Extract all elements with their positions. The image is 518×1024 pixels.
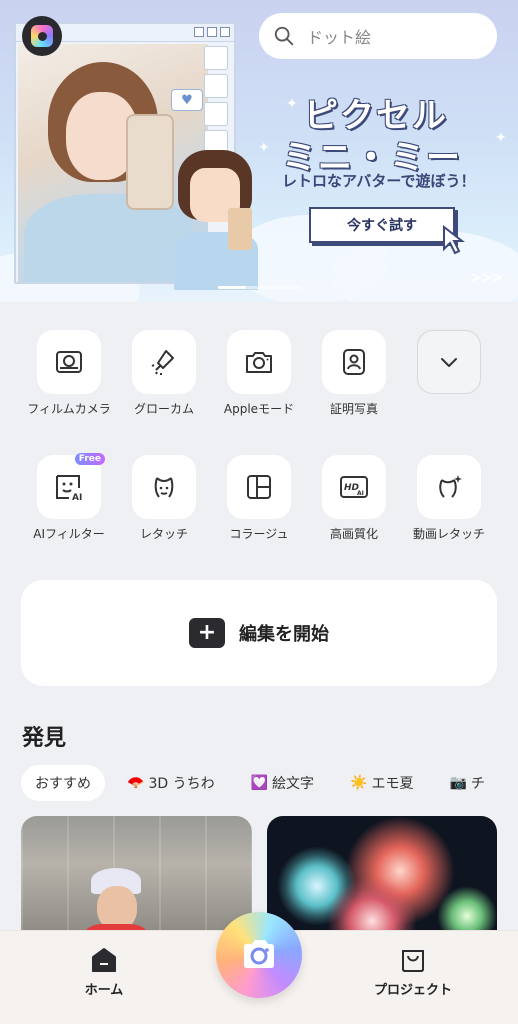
app-logo[interactable] bbox=[22, 16, 62, 56]
chip-3d-uchiwa[interactable]: 🪭 3D うちわ bbox=[113, 765, 229, 801]
tool-label: 高画質化 bbox=[329, 527, 378, 541]
tool-retouch[interactable]: レタッチ bbox=[116, 455, 212, 542]
svg-text:AI: AI bbox=[72, 493, 82, 502]
video-retouch-icon bbox=[439, 475, 462, 498]
tool-label: レタッチ bbox=[139, 527, 188, 541]
tool-label: Appleモード bbox=[223, 402, 295, 416]
heart-emoji-icon: 💟 bbox=[250, 775, 269, 791]
chevron-down-icon bbox=[441, 358, 457, 367]
tool-glow-cam[interactable]: グローカム bbox=[116, 330, 212, 417]
tool-label: フィルムカメラ bbox=[27, 402, 111, 416]
retouch-face-icon bbox=[154, 477, 174, 498]
tool-label: 動画レタッチ bbox=[412, 527, 485, 541]
film-camera-icon bbox=[56, 351, 82, 373]
discover-heading: 発見 bbox=[22, 726, 67, 751]
sparkle-icon: ✦ bbox=[495, 130, 507, 146]
tool-hd-enhance[interactable]: HD AI 高画質化 bbox=[306, 455, 402, 542]
start-editing-label: 編集を開始 bbox=[239, 624, 329, 645]
nav-home-label: ホーム bbox=[84, 983, 124, 998]
free-badge: Free bbox=[74, 453, 105, 465]
chip-recommended[interactable]: おすすめ bbox=[21, 765, 105, 801]
discover-card-fireworks[interactable] bbox=[267, 816, 497, 936]
svg-text:AI: AI bbox=[357, 490, 364, 497]
sticker-thumbnails bbox=[204, 46, 230, 154]
tool-collage[interactable]: コラージュ bbox=[211, 455, 307, 542]
chip-label: おすすめ bbox=[35, 776, 91, 792]
camera-icon bbox=[246, 352, 272, 373]
tool-film-camera[interactable]: フィルムカメラ bbox=[21, 330, 117, 417]
chip-camera[interactable]: 📷 チ bbox=[435, 765, 498, 801]
chip-label: エモ夏 bbox=[371, 776, 414, 792]
banner-pager bbox=[218, 286, 302, 289]
plus-icon: + bbox=[189, 618, 225, 648]
pixel-avatar-illustration bbox=[170, 150, 262, 290]
tool-label: AIフィルター bbox=[33, 527, 105, 541]
search-bar[interactable]: ドット絵 bbox=[259, 13, 497, 59]
camera-emoji-icon: 📷 bbox=[449, 775, 467, 791]
folding-fan-icon: 🪭 bbox=[127, 775, 145, 791]
search-placeholder: ドット絵 bbox=[307, 28, 372, 47]
search-icon bbox=[274, 26, 294, 46]
chip-label: チ bbox=[470, 776, 485, 792]
chip-emo-summer[interactable]: ☀️ エモ夏 bbox=[336, 765, 427, 801]
glow-lamp-icon bbox=[151, 350, 174, 375]
sun-icon: ☀️ bbox=[350, 775, 368, 791]
tool-id-photo[interactable]: 証明写真 bbox=[306, 330, 402, 417]
discover-chips: おすすめ 🪭 3D うちわ 💟 絵文字 ☀️ エモ夏 📷 チ bbox=[21, 765, 518, 801]
chip-label: 3D うちわ bbox=[148, 776, 215, 792]
heart-bubble-icon: ♥ bbox=[171, 89, 203, 111]
banner-cta-button[interactable]: 今すぐ試す bbox=[309, 207, 455, 243]
bag-icon bbox=[402, 950, 424, 972]
chip-label: 絵文字 bbox=[272, 776, 315, 792]
collage-icon bbox=[247, 475, 271, 499]
tool-label: 証明写真 bbox=[329, 402, 378, 416]
discover-card-portrait[interactable] bbox=[21, 816, 252, 936]
chip-emoji[interactable]: 💟 絵文字 bbox=[237, 765, 328, 801]
id-photo-icon bbox=[343, 349, 365, 375]
expand-tools-button[interactable] bbox=[401, 330, 497, 394]
banner-arrows: >>> bbox=[470, 270, 503, 286]
banner-subtitle: レトロなアバターで遊ぼう！ bbox=[282, 172, 476, 190]
nav-home[interactable]: ホーム bbox=[44, 947, 164, 998]
sparkle-icon: ✦ bbox=[286, 96, 298, 112]
firework-burst bbox=[437, 886, 497, 936]
tool-label: コラージュ bbox=[229, 527, 289, 541]
tool-label: グローカム bbox=[133, 402, 194, 416]
nav-projects[interactable]: プロジェクト bbox=[353, 947, 473, 998]
tool-apple-mode[interactable]: Appleモード bbox=[211, 330, 307, 417]
camera-icon bbox=[244, 940, 274, 968]
ai-face-icon: AI bbox=[56, 475, 82, 502]
tool-ai-filter[interactable]: AI Free AIフィルター bbox=[21, 453, 117, 542]
nav-projects-label: プロジェクト bbox=[373, 983, 452, 998]
pointer-cursor-icon bbox=[443, 225, 465, 255]
start-editing-button[interactable]: + 編集を開始 bbox=[21, 580, 497, 686]
camera-fab-button[interactable] bbox=[216, 912, 302, 998]
hd-ai-icon: HD AI bbox=[340, 476, 368, 498]
card-person-image bbox=[81, 862, 151, 936]
home-icon bbox=[92, 948, 116, 972]
tool-video-retouch[interactable]: 動画レタッチ bbox=[401, 455, 497, 542]
